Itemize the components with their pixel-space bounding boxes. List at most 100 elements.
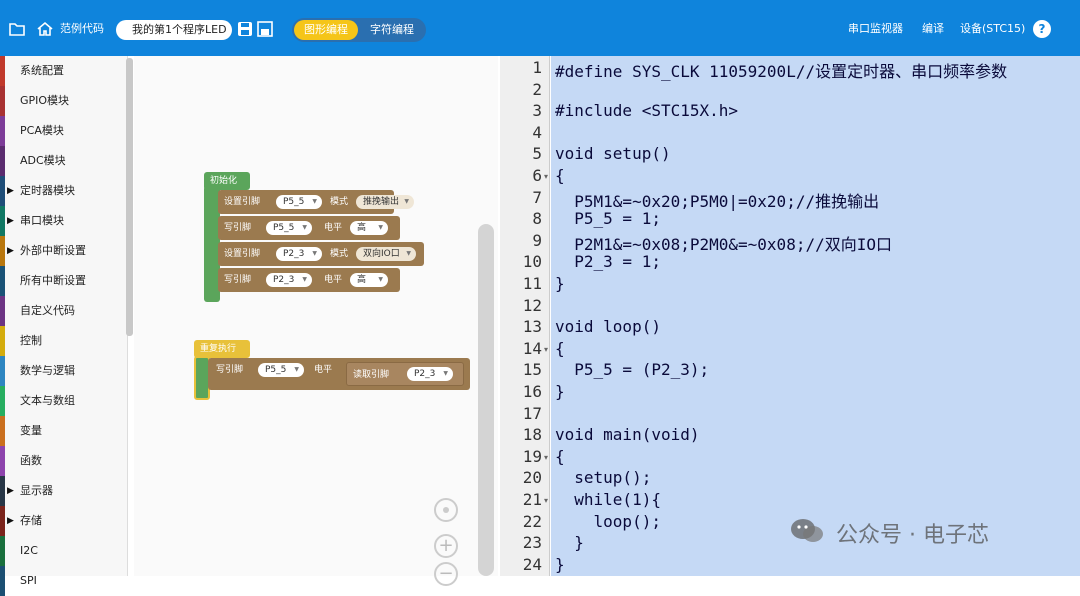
sidebar-item-label: 串口模块	[20, 214, 64, 227]
project-name-field[interactable]: 我的第1个程序LED	[116, 20, 232, 40]
mode-label: 模式	[330, 197, 349, 207]
expand-arrow-icon[interactable]: ▶	[7, 176, 14, 206]
code-line[interactable]: P2_3 = 1;	[555, 252, 661, 271]
code-line[interactable]: setup();	[555, 468, 651, 487]
code-line[interactable]: P5M1&=~0x20;P5M0|=0x20;//推挽输出	[555, 188, 879, 212]
pin-dropdown[interactable]: P5_5 ▼	[266, 221, 312, 235]
sidebar-item-label: 数学与逻辑	[20, 364, 75, 377]
sidebar-item[interactable]: ▶ 外部中断设置	[0, 236, 128, 266]
sidebar-item-label: GPIO模块	[20, 94, 70, 107]
code-editor[interactable]: 1 2 3 4 5 6 ▾ 7 8 9 10 11 12 13 14 ▾ 15 16 17 18 19 ▾ 20 21 ▾ 22 2…	[500, 56, 1080, 576]
sidebar-item[interactable]: 自定义代码	[0, 296, 128, 326]
compile-button[interactable]: 编译	[922, 22, 944, 36]
code-line[interactable]: loop();	[555, 512, 661, 531]
level-label: 电平	[314, 365, 333, 375]
code-line[interactable]: #define SYS_CLK 11059200L//设置定时器、串口频率参数	[555, 58, 1007, 82]
pin-dropdown[interactable]: P5_5 ▼	[258, 363, 304, 377]
set-pin-block-2[interactable]: 设置引脚 P2_3 ▼ 模式 双向IO口 ▼	[218, 242, 424, 266]
block-workspace[interactable]: 初始化 设置引脚 P5_5 ▼ 模式 推挽输出 ▼ 写引脚 P5_5 ▼ 电平 高 ▼ …	[134, 56, 498, 586]
code-line[interactable]: P5_5 = (P2_3);	[555, 360, 709, 379]
line-number: 21	[522, 490, 542, 509]
sidebar-scrollbar[interactable]	[126, 58, 133, 336]
code-line[interactable]: }	[555, 382, 565, 401]
set-pin-block-1[interactable]: 设置引脚 P5_5 ▼ 模式 推挽输出 ▼	[218, 190, 414, 214]
fold-toggle-icon[interactable]: ▾	[544, 345, 548, 354]
pin-dropdown[interactable]: P2_3 ▼	[276, 247, 322, 261]
set-pin-label: 设置引脚	[224, 197, 261, 207]
fold-toggle-icon[interactable]: ▾	[544, 172, 548, 181]
sidebar-item[interactable]: ▶ 显示器	[0, 476, 128, 506]
sidebar-item[interactable]: 文本与数组	[0, 386, 128, 416]
sidebar-item-label: 函数	[20, 454, 42, 467]
code-line[interactable]: P5_5 = 1;	[555, 209, 661, 228]
sidebar-item[interactable]: 变量	[0, 416, 128, 446]
sidebar-item[interactable]: 数学与逻辑	[0, 356, 128, 386]
examples-button[interactable]: 范例代码	[60, 22, 104, 36]
line-number: 13	[522, 317, 542, 337]
pin-dropdown[interactable]: P2_3 ▼	[407, 367, 453, 381]
sidebar-item[interactable]: PCA模块	[0, 116, 128, 146]
code-line[interactable]: {	[555, 339, 565, 358]
sidebar-item-label: 控制	[20, 334, 42, 347]
serial-monitor-button[interactable]: 串口监视器	[848, 22, 903, 36]
expand-arrow-icon[interactable]: ▶	[7, 506, 14, 536]
fold-toggle-icon[interactable]: ▾	[544, 496, 548, 505]
zoom-in-icon[interactable]: +	[434, 534, 458, 558]
sidebar-item-label: 文本与数组	[20, 394, 75, 407]
write-pin-block-2[interactable]: 写引脚 P2_3 ▼ 电平 高 ▼	[218, 268, 400, 292]
sidebar-item[interactable]: 控制	[0, 326, 128, 356]
save-icon[interactable]	[236, 20, 254, 38]
sidebar-item[interactable]: 系统配置	[0, 56, 128, 86]
sidebar-item[interactable]: 函数	[0, 446, 128, 476]
save-as-icon[interactable]	[256, 20, 274, 38]
category-color-bar	[0, 536, 5, 566]
code-line[interactable]: {	[555, 166, 565, 185]
help-icon[interactable]: ?	[1033, 20, 1051, 38]
level-dropdown[interactable]: 高 ▼	[350, 273, 388, 287]
workspace-scrollbar[interactable]	[478, 224, 494, 576]
sidebar-item[interactable]: ▶ 定时器模块	[0, 176, 128, 206]
expand-arrow-icon[interactable]: ▶	[7, 236, 14, 266]
expand-arrow-icon[interactable]: ▶	[7, 476, 14, 506]
write-pin-block-1[interactable]: 写引脚 P5_5 ▼ 电平 高 ▼	[218, 216, 400, 240]
write-pin-block-3[interactable]: 写引脚 P5_5 ▼ 电平 读取引脚 P2_3 ▼	[208, 358, 470, 390]
tab-graphical[interactable]: 图形编程	[294, 20, 358, 40]
read-pin-block[interactable]: 读取引脚 P2_3 ▼	[346, 362, 464, 386]
sidebar-item[interactable]: ADC模块	[0, 146, 128, 176]
code-line[interactable]: #include <STC15X.h>	[555, 101, 738, 120]
code-line[interactable]: {	[555, 447, 565, 466]
code-line[interactable]: }	[555, 533, 584, 552]
code-line[interactable]: P2M1&=~0x08;P2M0&=~0x08;//双向IO口	[555, 231, 892, 255]
expand-arrow-icon[interactable]: ▶	[7, 206, 14, 236]
zoom-out-icon[interactable]: −	[434, 562, 458, 586]
sidebar-item[interactable]: GPIO模块	[0, 86, 128, 116]
mode-dropdown[interactable]: 双向IO口 ▼	[356, 247, 416, 261]
code-line[interactable]: void setup()	[555, 144, 671, 163]
home-icon[interactable]	[36, 20, 54, 38]
code-line[interactable]: }	[555, 555, 565, 574]
code-line[interactable]: }	[555, 274, 565, 293]
line-number: 16	[522, 382, 542, 401]
sidebar-item[interactable]: SPI	[0, 566, 128, 596]
sidebar-item[interactable]: ▶ 串口模块	[0, 206, 128, 236]
set-pin-label: 设置引脚	[224, 249, 261, 259]
pin-dropdown[interactable]: P2_3 ▼	[266, 273, 312, 287]
sidebar-item[interactable]: 所有中断设置	[0, 266, 128, 296]
code-content[interactable]: #define SYS_CLK 11059200L//设置定时器、串口频率参数 #…	[551, 56, 1080, 576]
tab-text[interactable]: 字符编程	[362, 20, 422, 40]
line-number: 24	[522, 554, 542, 574]
pin-dropdown[interactable]: P5_5 ▼	[276, 195, 322, 209]
sidebar-item[interactable]: ▶ 存储	[0, 506, 128, 536]
fold-toggle-icon[interactable]: ▾	[544, 453, 548, 462]
mode-dropdown[interactable]: 推挽输出 ▼	[356, 195, 414, 209]
code-line[interactable]: while(1){	[555, 490, 661, 509]
target-icon[interactable]	[434, 498, 458, 522]
code-line[interactable]: void loop()	[555, 317, 661, 336]
folder-open-icon[interactable]	[8, 20, 26, 38]
category-color-bar	[0, 296, 5, 326]
code-line[interactable]: void main(void)	[555, 425, 700, 444]
sidebar-item[interactable]: I2C	[0, 536, 128, 566]
device-select[interactable]: 设备(STC15)	[960, 22, 1025, 36]
line-number: 10	[522, 252, 542, 272]
level-dropdown[interactable]: 高 ▼	[350, 221, 388, 235]
